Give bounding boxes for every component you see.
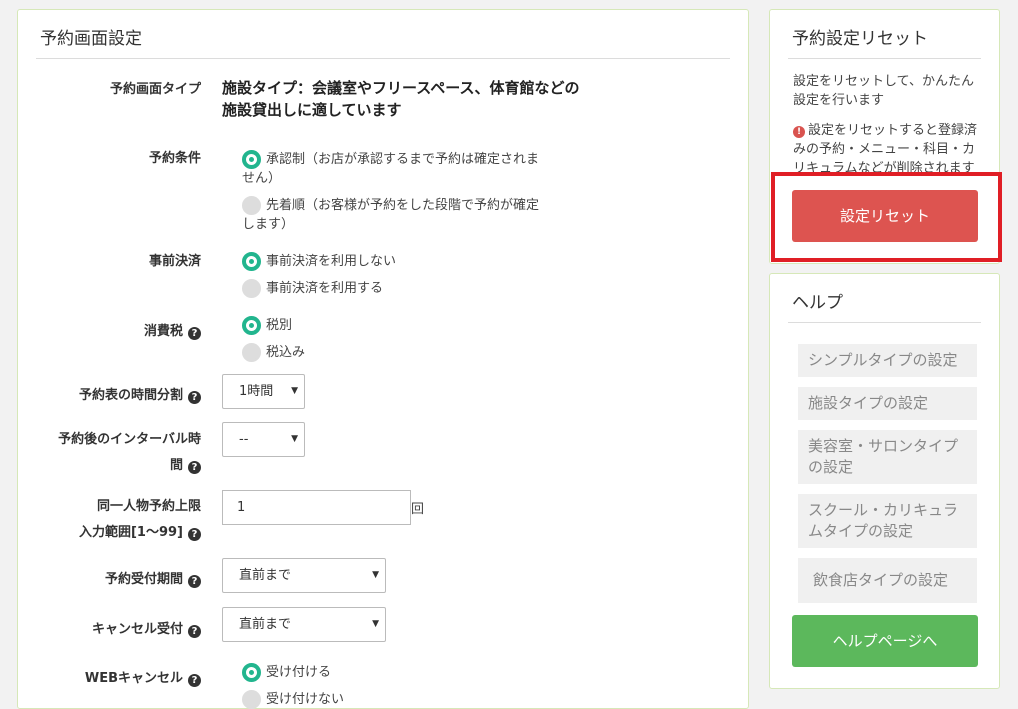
condition-label: 予約条件 [148,151,201,166]
limit-label-line1: 同一人物予約上限 [96,499,201,514]
cancel-select[interactable]: 直前まで ▼ [222,607,386,642]
highlight-box [771,172,1002,262]
select-value: 直前まで [239,617,292,632]
tax-label-text: 消費税 [143,324,183,339]
limit-unit: 回 [411,502,425,517]
slot-select[interactable]: 1時間 ▼ [222,374,305,409]
radio-selected-icon [242,252,261,271]
exclamation-icon: ! [793,126,805,138]
radio-label: 先着順（お客様が予約をした段階で予約が確定します） [242,198,540,232]
select-value: 直前まで [239,568,292,583]
radio-selected-icon [242,663,261,682]
help-link-salon[interactable]: 美容室・サロンタイプの設定 [798,430,977,484]
limit-label-line2: 入力範囲[1～99]? [79,520,201,546]
radio-unselected-icon [242,279,261,298]
tax-included-radio[interactable]: 税込み [242,343,542,362]
web-cancel-accept-radio[interactable]: 受け付ける [242,663,542,682]
question-icon[interactable]: ? [188,528,201,541]
reset-warning: ! 設定をリセットすると登録済みの予約・メニュー・科目・カリキュラムなどが削除され… [793,121,983,173]
help-link-simple[interactable]: シンプルタイプの設定 [798,344,977,377]
interval-label-line1: 予約後のインターバル時 [58,432,201,447]
web-cancel-label-text: WEBキャンセル [84,671,183,686]
tax-label: 消費税? [144,320,201,344]
help-page-button[interactable]: ヘルプページへ [792,615,978,667]
radio-label: 受け付ける [266,665,332,680]
caret-down-icon: ▼ [291,386,298,396]
radio-label: 事前決済を利用する [266,281,384,296]
reset-panel-title: 予約設定リセット [792,29,928,49]
interval-label: 予約後のインターバル時 間? [58,427,201,479]
select-value: -- [239,432,249,447]
help-link-school[interactable]: スクール・カリキュラムタイプの設定 [798,494,977,548]
interval-label-line2: 間? [58,453,201,479]
type-value: 施設タイプ：会議室やフリースペース、体育館などの 施設貸出しに適しています [222,77,579,121]
radio-selected-icon [242,316,261,335]
radio-label: 承認制（お店が承認するまで予約は確定されません） [242,152,540,186]
question-icon[interactable]: ? [188,575,201,588]
type-label: 予約画面タイプ [109,82,201,97]
prepay-label: 事前決済 [148,254,201,269]
cancel-label: キャンセル受付? [92,618,201,642]
limit-label: 同一人物予約上限 入力範囲[1～99]? [79,494,201,546]
interval-select[interactable]: -- ▼ [222,422,305,457]
reset-warning-text: 設定をリセットすると登録済みの予約・メニュー・科目・カリキュラムなどが削除されま… [793,123,978,173]
question-icon[interactable]: ? [188,391,201,404]
divider [36,58,730,59]
radio-label: 受け付けない [266,692,345,707]
help-link-facility[interactable]: 施設タイプの設定 [798,387,977,420]
reset-description: 設定をリセットして、かんたん設定を行います [793,74,974,108]
slot-label-text: 予約表の時間分割 [78,388,183,403]
help-panel-title: ヘルプ [792,293,843,313]
select-value: 1時間 [239,384,274,399]
type-value-line2: 施設貸出しに適しています [222,101,402,119]
divider [788,322,981,323]
help-panel: ヘルプ シンプルタイプの設定 施設タイプの設定 美容室・サロンタイプの設定 スク… [769,273,1000,689]
limit-input[interactable]: 1 [222,490,411,525]
help-link-restaurant[interactable]: 飲食店タイプの設定 [798,558,977,603]
condition-first-come-radio[interactable]: 先着順（お客様が予約をした段階で予約が確定します） [242,196,542,234]
condition-approval-radio[interactable]: 承認制（お店が承認するまで予約は確定されません） [242,150,542,188]
tax-excluded-radio[interactable]: 税別 [242,316,542,335]
prepay-off-radio[interactable]: 事前決済を利用しない [242,252,542,271]
period-select[interactable]: 直前まで ▼ [222,558,386,593]
web-cancel-reject-radio[interactable]: 受け付けない [242,690,542,709]
caret-down-icon: ▼ [372,619,379,629]
caret-down-icon: ▼ [291,434,298,444]
reservation-settings-panel: 予約画面設定 予約画面タイプ 施設タイプ：会議室やフリースペース、体育館などの … [17,9,749,709]
cancel-label-text: キャンセル受付 [91,622,183,637]
panel-title: 予約画面設定 [40,29,142,49]
prepay-on-radio[interactable]: 事前決済を利用する [242,279,542,298]
question-icon[interactable]: ? [188,625,201,638]
period-label: 予約受付期間? [105,568,201,592]
question-icon[interactable]: ? [188,327,201,340]
interval-label-text: 間 [169,458,183,473]
radio-unselected-icon [242,343,261,362]
radio-label: 事前決済を利用しない [266,254,397,269]
web-cancel-label: WEBキャンセル? [85,667,201,691]
slot-label: 予約表の時間分割? [79,384,201,408]
radio-unselected-icon [242,690,261,709]
radio-unselected-icon [242,196,261,215]
caret-down-icon: ▼ [372,570,379,580]
question-icon[interactable]: ? [188,674,201,687]
radio-label: 税別 [266,318,293,333]
limit-label-text: 入力範囲[1～99] [78,525,183,540]
type-value-line1: 施設タイプ：会議室やフリースペース、体育館などの [222,79,580,97]
period-label-text: 予約受付期間 [104,572,183,587]
radio-selected-icon [242,150,261,169]
divider [788,58,981,59]
question-icon[interactable]: ? [188,461,201,474]
radio-label: 税込み [266,345,306,360]
